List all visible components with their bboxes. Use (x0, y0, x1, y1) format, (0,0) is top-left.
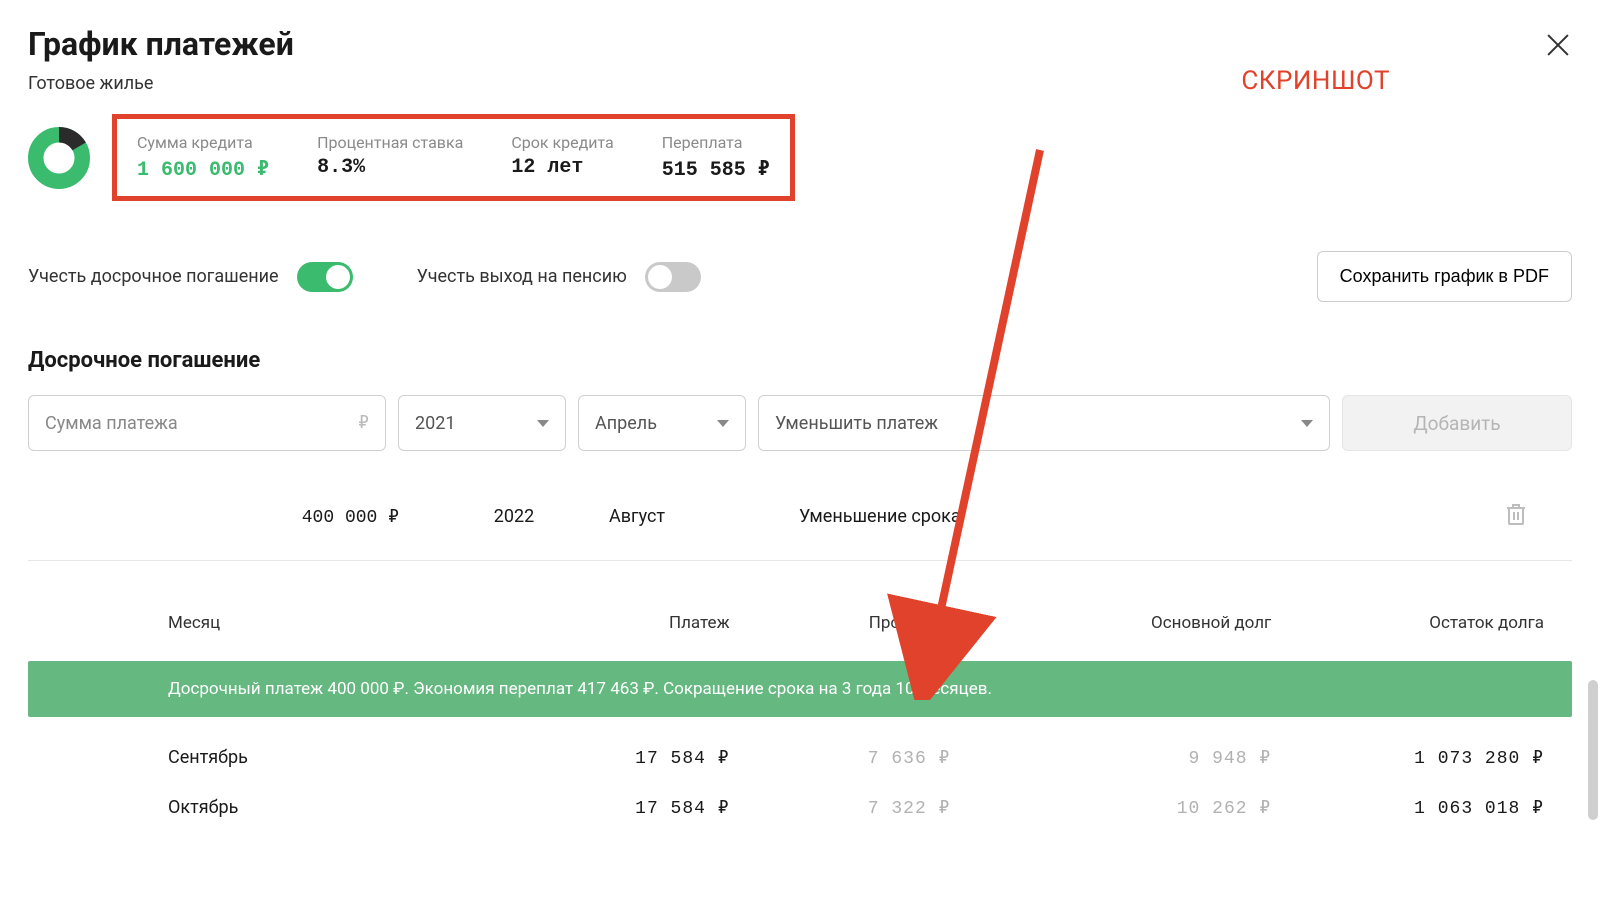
year-value: 2021 (415, 413, 455, 434)
ruble-icon: ₽ (358, 412, 369, 434)
early-repay-toggle[interactable] (297, 262, 353, 292)
repay-mode-select[interactable]: Уменьшить платеж (758, 395, 1330, 451)
th-month: Месяц (168, 613, 449, 633)
summary-rate: Процентная ставка 8.3% (317, 133, 463, 182)
early-repay-section-title: Досрочное погашение (28, 348, 1572, 373)
vertical-scrollbar[interactable] (1588, 680, 1598, 820)
chevron-down-icon (1301, 420, 1313, 427)
cell-month: Октябрь (168, 797, 449, 819)
summary-loan-amount: Сумма кредита 1 600 000 ₽ (137, 133, 269, 182)
chevron-down-icon (537, 420, 549, 427)
chevron-down-icon (717, 420, 729, 427)
cell-interest: 7 322 ₽ (730, 797, 1011, 819)
summary-value: 515 585 ₽ (662, 156, 770, 182)
cell-remaining: 1 073 280 ₽ (1291, 747, 1572, 769)
entry-month: Август (599, 506, 799, 527)
page-title: График платежей (28, 25, 294, 63)
pension-toggle-label: Учесть выход на пенсию (417, 266, 627, 287)
summary-value: 8.3% (317, 156, 463, 179)
payment-amount-input[interactable]: Сумма платежа ₽ (28, 395, 386, 451)
table-row: Октябрь 17 584 ₽ 7 322 ₽ 10 262 ₽ 1 063 … (28, 783, 1572, 833)
summary-overpay: Переплата 515 585 ₽ (662, 133, 770, 182)
cell-interest: 7 636 ₽ (730, 747, 1011, 769)
summary-term: Срок кредита 12 лет (511, 133, 613, 182)
month-value: Апрель (595, 413, 657, 434)
loan-summary-box: Сумма кредита 1 600 000 ₽ Процентная ста… (112, 114, 795, 201)
entry-year: 2022 (429, 506, 599, 527)
progress-donut-icon (28, 127, 90, 189)
entry-mode: Уменьшение срока (799, 506, 961, 527)
cell-principal: 9 948 ₽ (1010, 747, 1291, 769)
summary-value: 12 лет (511, 156, 613, 179)
summary-label: Переплата (662, 133, 770, 152)
input-placeholder: Сумма платежа (45, 413, 178, 434)
summary-label: Процентная ставка (317, 133, 463, 152)
pension-toggle[interactable] (645, 262, 701, 292)
cell-payment: 17 584 ₽ (449, 797, 730, 819)
th-payment: Платеж (449, 613, 730, 633)
screenshot-overlay-text: СКРИНШОТ (1241, 66, 1390, 96)
th-interest: Проценты (730, 613, 1011, 633)
early-payment-banner: Досрочный платеж 400 000 ₽. Экономия пер… (28, 661, 1572, 717)
month-select[interactable]: Апрель (578, 395, 746, 451)
th-remaining: Остаток долга (1291, 613, 1572, 633)
early-payment-entry: 400 000 ₽ 2022 Август Уменьшение срока (28, 503, 1572, 561)
table-row: Сентябрь 17 584 ₽ 7 636 ₽ 9 948 ₽ 1 073 … (28, 733, 1572, 783)
table-headers: Месяц Платеж Проценты Основной долг Оста… (28, 613, 1572, 661)
cell-principal: 10 262 ₽ (1010, 797, 1291, 819)
mode-value: Уменьшить платеж (775, 413, 938, 434)
trash-icon[interactable] (1506, 503, 1556, 530)
summary-label: Сумма кредита (137, 133, 269, 152)
add-button[interactable]: Добавить (1342, 395, 1572, 451)
entry-amount: 400 000 ₽ (44, 506, 429, 528)
summary-value: 1 600 000 ₽ (137, 156, 269, 182)
summary-label: Срок кредита (511, 133, 613, 152)
th-principal: Основной долг (1010, 613, 1291, 633)
cell-month: Сентябрь (168, 747, 449, 769)
early-repay-toggle-label: Учесть досрочное погашение (28, 266, 279, 287)
close-icon[interactable] (1544, 31, 1572, 59)
cell-payment: 17 584 ₽ (449, 747, 730, 769)
save-pdf-button[interactable]: Сохранить график в PDF (1317, 251, 1572, 302)
year-select[interactable]: 2021 (398, 395, 566, 451)
cell-remaining: 1 063 018 ₽ (1291, 797, 1572, 819)
